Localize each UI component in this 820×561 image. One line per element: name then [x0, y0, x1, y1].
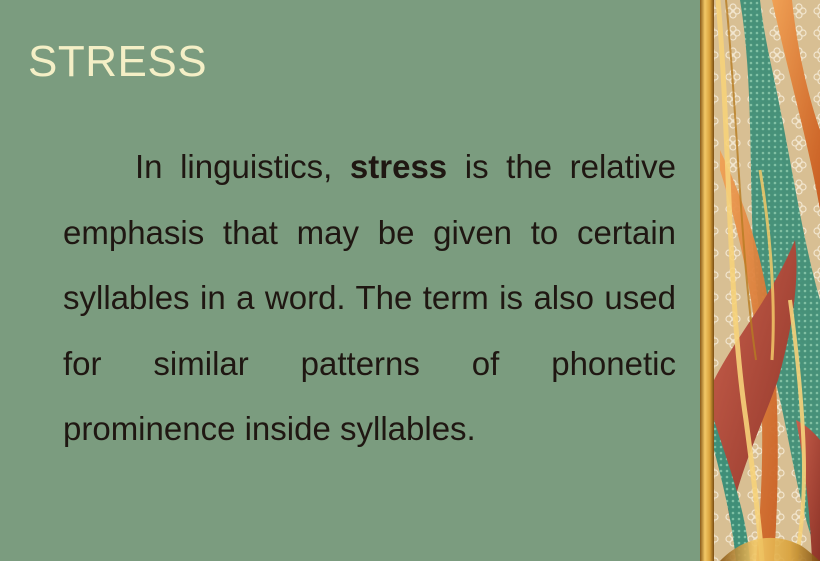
slide: STRESS In linguistics, stress is the rel…: [0, 0, 820, 561]
floral-ribbon-border-icon: [700, 0, 820, 561]
paragraph-rest: is the relative emphasis that may be giv…: [63, 148, 676, 447]
slide-title: STRESS: [28, 37, 208, 86]
paragraph-term: stress: [349, 148, 448, 185]
paragraph-lead: In linguistics,: [135, 148, 350, 185]
slide-body-paragraph: In linguistics, stress is the relative e…: [63, 134, 676, 462]
